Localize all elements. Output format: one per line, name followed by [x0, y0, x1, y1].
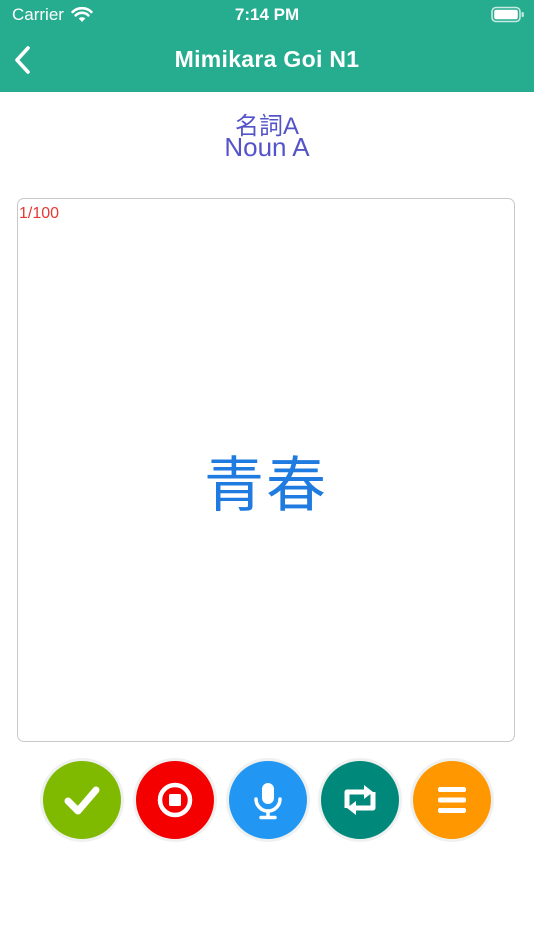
page-title: Mimikara Goi N1: [174, 46, 360, 72]
menu-icon: [438, 787, 466, 813]
battery-icon: [491, 6, 525, 28]
status-bar: Carrier 7:14 PM: [0, 0, 534, 30]
nav-bar: Mimikara Goi N1: [0, 30, 534, 92]
stop-button[interactable]: [133, 758, 217, 842]
stop-icon: [157, 782, 193, 818]
lesson-title-english: Noun A: [224, 132, 310, 162]
menu-button[interactable]: [410, 758, 494, 842]
microphone-button[interactable]: [226, 758, 310, 842]
flashcard-word: 青春: [204, 452, 328, 519]
action-bar: [0, 758, 534, 844]
microphone-icon: [254, 783, 282, 820]
repeat-icon: [344, 785, 376, 815]
status-time: 7:14 PM: [234, 5, 300, 24]
card-counter: 1/100: [19, 205, 60, 222]
checkmark-icon: [64, 786, 100, 815]
mark-known-button[interactable]: [40, 758, 124, 842]
flip-card-button[interactable]: [318, 758, 402, 842]
flashcard[interactable]: 1/100 青春: [17, 198, 515, 742]
